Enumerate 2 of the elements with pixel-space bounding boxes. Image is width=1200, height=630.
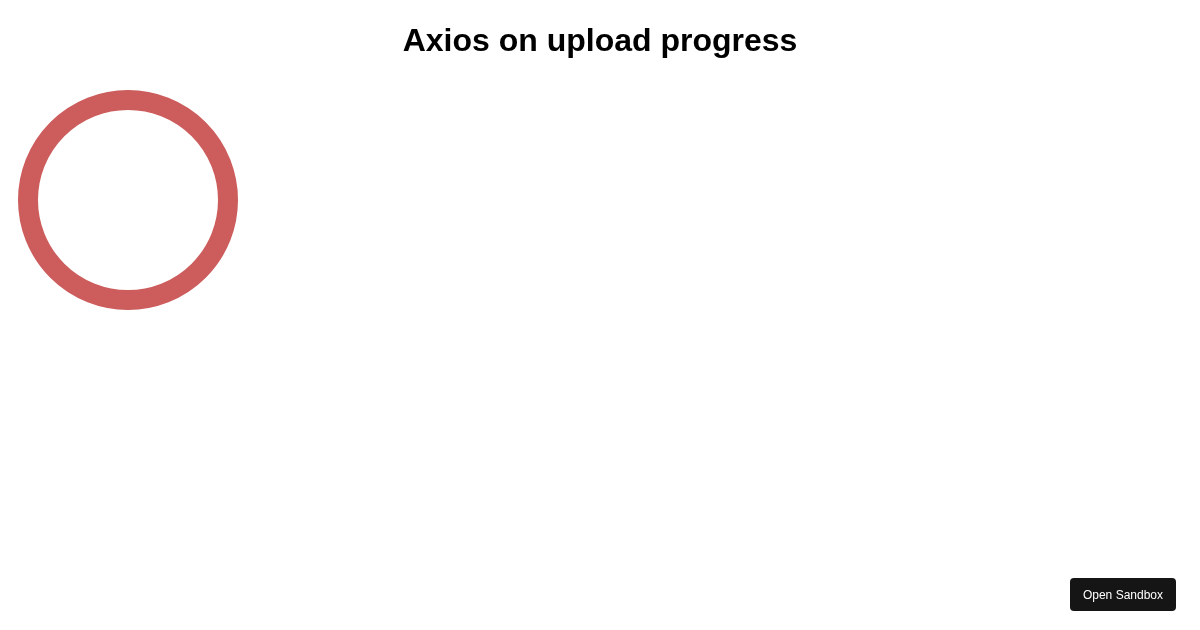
page-title: Axios on upload progress [401, 21, 799, 60]
open-sandbox-button[interactable]: Open Sandbox [1069, 578, 1176, 611]
